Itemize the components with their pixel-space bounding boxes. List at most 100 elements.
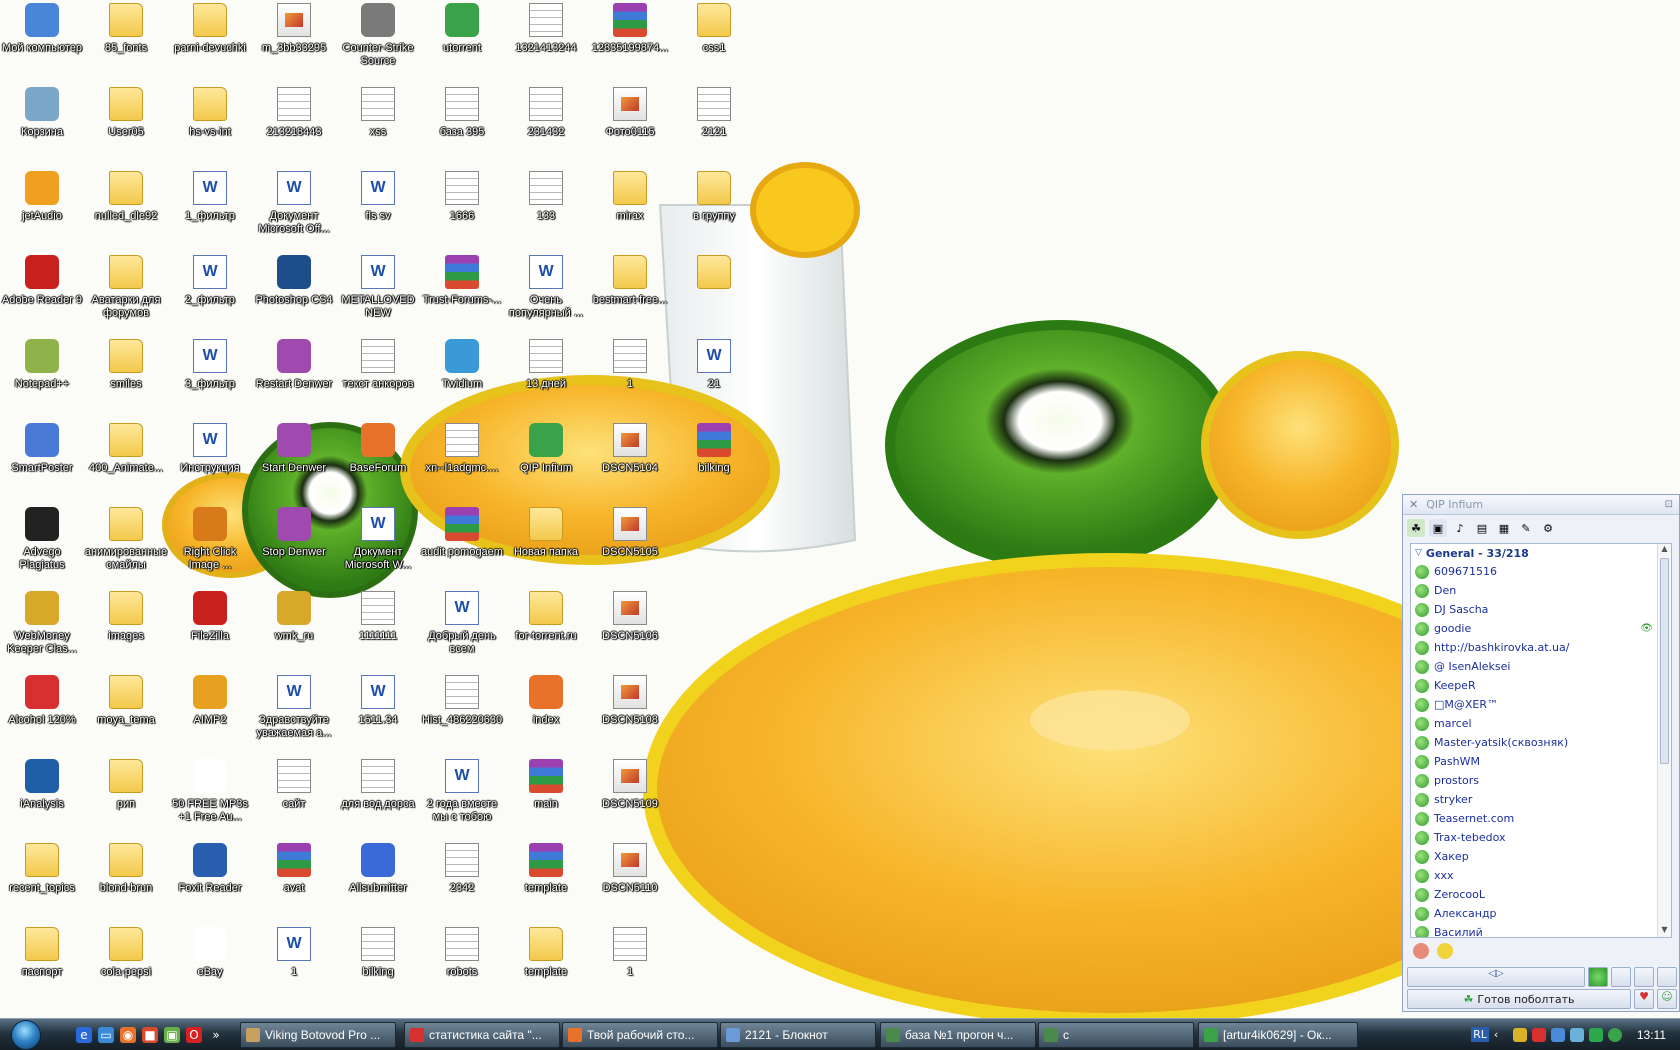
app-icon[interactable]: ■ <box>142 1026 158 1043</box>
desktop-icon[interactable]: Counter-Strike Source <box>336 2 420 82</box>
desktop-icon[interactable]: 85_fonts <box>84 2 168 82</box>
contact-item[interactable]: KeepeR <box>1411 676 1671 695</box>
desktop-icon[interactable]: Advego Plagiatus <box>0 506 84 586</box>
desktop-icon[interactable]: eBay <box>168 926 252 1006</box>
desktop-icon[interactable]: Stop Denwer <box>252 506 336 586</box>
desktop-icon[interactable]: 50 FREE MP3s +1 Free Au... <box>168 758 252 838</box>
desktop-icon[interactable]: W 1_фильтр <box>168 170 252 250</box>
desktop-icon[interactable]: Restart Denwer <box>252 338 336 418</box>
desktop-icon[interactable]: Right Click Image ... <box>168 506 252 586</box>
desktop-icon[interactable]: Фото0115 <box>588 86 672 166</box>
desktop-icon[interactable]: 2342 <box>420 842 504 922</box>
desktop-icon[interactable]: avat <box>252 842 336 922</box>
desktop-icon[interactable]: bilking <box>336 926 420 1006</box>
desktop-icon[interactable]: W Очень популярный ... <box>504 254 588 334</box>
desktop-icon[interactable]: 12835199874... <box>588 2 672 82</box>
desktop-icon[interactable]: W 1511.34 <box>336 674 420 754</box>
desktop-icon[interactable]: User05 <box>84 86 168 166</box>
taskbar-button[interactable]: статистика сайта "... <box>404 1022 560 1048</box>
desktop-icon[interactable]: robots <box>420 926 504 1006</box>
tray-app-icon[interactable] <box>1512 1027 1527 1042</box>
desktop-icon[interactable]: W METALLOVED NEW <box>336 254 420 334</box>
taskbar-button[interactable]: Твой рабочий сто... <box>562 1022 718 1048</box>
ie-icon[interactable]: e <box>76 1026 92 1043</box>
desktop-icon[interactable]: W Здравствуйте уважаемая а... <box>252 674 336 754</box>
taskbar-button[interactable]: 2121 - Блокнот <box>720 1022 876 1048</box>
protocol-bar[interactable]: ◁▷ <box>1407 967 1585 987</box>
desktop-icon[interactable]: xn--l1adgmc.... <box>420 422 504 502</box>
desktop-icon[interactable]: W Документ Microsoft Off... <box>252 170 336 250</box>
desktop-icon[interactable]: в группу <box>672 170 756 250</box>
desktop-icon[interactable]: Start Denwer <box>252 422 336 502</box>
desktop-icon[interactable]: css1 <box>672 2 756 82</box>
contact-item[interactable]: Василий <box>1411 923 1671 937</box>
desktop-icon[interactable]: template <box>504 926 588 1006</box>
desktop-icon[interactable]: Корзина <box>0 86 84 166</box>
switch-windows-icon[interactable]: ▣ <box>164 1026 180 1043</box>
online-icon[interactable] <box>1588 967 1608 987</box>
contact-item[interactable]: Хакер <box>1411 847 1671 866</box>
desktop-icon[interactable]: bilking <box>672 422 756 502</box>
tray-arrow-icon[interactable]: ‹ <box>1494 1028 1508 1042</box>
heart-icon[interactable]: ♥ <box>1634 989 1654 1009</box>
desktop-icon[interactable]: W Документ Microsoft W... <box>336 506 420 586</box>
taskbar-button[interactable]: база №1 прогон ч... <box>880 1022 1036 1048</box>
desktop-icon[interactable]: main <box>504 758 588 838</box>
desktop-icon[interactable]: BaseForum <box>336 422 420 502</box>
utorrent-tray-icon[interactable] <box>1588 1027 1603 1042</box>
desktop-icon[interactable]: xss <box>336 86 420 166</box>
desktop-icon[interactable]: паспорт <box>0 926 84 1006</box>
desktop-icon[interactable]: сайт <box>252 758 336 838</box>
volume-icon[interactable] <box>1569 1027 1584 1042</box>
desktop-icon[interactable]: Мой компьютер <box>0 2 84 82</box>
visibility-icon[interactable]: 👁 <box>1640 623 1653 634</box>
desktop-icon[interactable]: для вод дорса <box>336 758 420 838</box>
scroll-down-icon[interactable]: ▼ <box>1658 925 1671 937</box>
history-icon[interactable]: ▤ <box>1473 519 1491 537</box>
qip-tray-icon[interactable] <box>1607 1027 1622 1042</box>
desktop-icon[interactable]: анимированные смайлы <box>84 506 168 586</box>
smiley-icon[interactable] <box>1437 943 1453 959</box>
contact-item[interactable]: 609671516 <box>1411 562 1671 581</box>
desktop-icon[interactable]: recent_topics <box>0 842 84 922</box>
desktop-icon[interactable]: Twidium <box>420 338 504 418</box>
desktop-icon[interactable]: cola-pepsi <box>84 926 168 1006</box>
desktop-icon[interactable]: DSCN5106 <box>588 590 672 670</box>
desktop-icon[interactable]: рип <box>84 758 168 838</box>
clock[interactable]: 13:11 <box>1637 1028 1666 1042</box>
status-selector[interactable]: ☘ Готов поболтать <box>1407 989 1631 1009</box>
contact-item[interactable]: http://bashkirovka.at.ua/ <box>1411 638 1671 657</box>
contact-item[interactable]: DJ Sascha <box>1411 600 1671 619</box>
save-icon[interactable]: ▣ <box>1429 519 1447 537</box>
contact-item[interactable]: Den <box>1411 581 1671 600</box>
sound-icon[interactable]: ♪ <box>1451 519 1469 537</box>
antivirus-icon[interactable] <box>1531 1027 1546 1042</box>
desktop-icon[interactable]: Wfls sv <box>336 170 420 250</box>
desktop-icon[interactable]: W 21 <box>672 338 756 418</box>
desktop-icon[interactable]: текст анкоров <box>336 338 420 418</box>
contact-item[interactable]: prostors <box>1411 771 1671 790</box>
desktop-icon[interactable]: W Добрый день всем <box>420 590 504 670</box>
desktop-icon[interactable]: W1 <box>252 926 336 1006</box>
desktop-icon[interactable]: Foxit Reader <box>168 842 252 922</box>
desktop-icon[interactable]: 1321413244 <box>504 2 588 82</box>
language-indicator[interactable]: RL <box>1471 1027 1489 1042</box>
desktop-icon[interactable]: for-torrent.ru <box>504 590 588 670</box>
minimize-icon[interactable] <box>1657 967 1677 987</box>
desktop-icon[interactable]: blond-brun <box>84 842 168 922</box>
desktop-icon[interactable]: hs-vs-int <box>168 86 252 166</box>
desktop-icon[interactable]: mirax <box>588 170 672 250</box>
taskbar-button[interactable]: с <box>1038 1022 1194 1048</box>
taskbar-button[interactable]: Viking Botovod Pro ... <box>240 1022 396 1048</box>
desktop-icon[interactable]: Adobe Reader 9 <box>0 254 84 334</box>
desktop-icon[interactable]: DSCN5105 <box>588 506 672 586</box>
desktop-icon[interactable]: DSCN5108 <box>588 674 672 754</box>
desktop-icon[interactable]: smiles <box>84 338 168 418</box>
contact-item[interactable]: xxx <box>1411 866 1671 885</box>
more-icon[interactable]: » <box>208 1027 224 1043</box>
show-desktop-icon[interactable]: ▭ <box>98 1026 114 1043</box>
desktop-icon[interactable]: Allsubmitter <box>336 842 420 922</box>
desktop-icon[interactable]: 400_Animate... <box>84 422 168 502</box>
network-icon[interactable] <box>1611 967 1631 987</box>
contact-item[interactable]: Александр <box>1411 904 1671 923</box>
